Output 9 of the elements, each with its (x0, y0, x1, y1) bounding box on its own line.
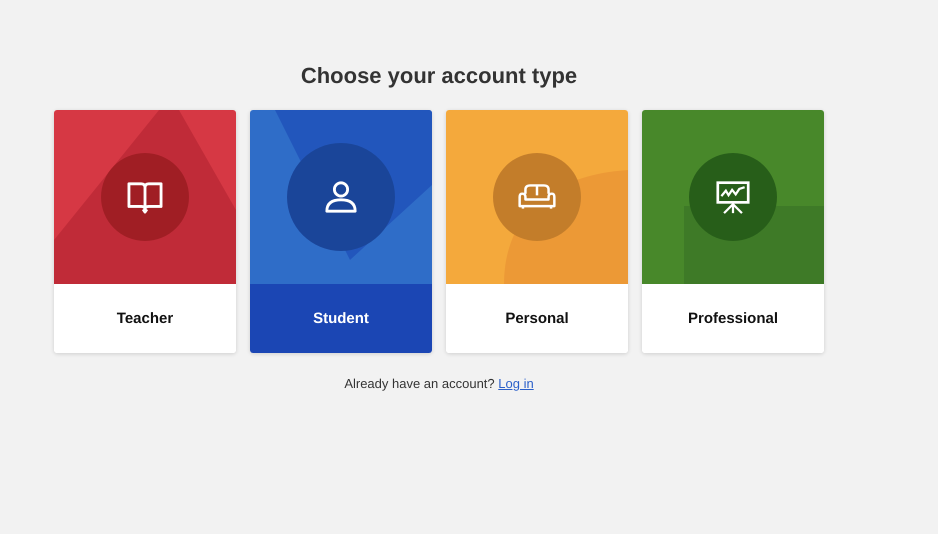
page-title: Choose your account type (300, 63, 578, 89)
login-prompt: Already have an account? Log in (344, 376, 534, 391)
book-icon (126, 180, 164, 214)
login-link[interactable]: Log in (498, 376, 534, 391)
account-type-card[interactable]: Personal (446, 110, 628, 353)
account-type-card[interactable]: Professional (642, 110, 824, 353)
account-type-card[interactable]: Student (250, 110, 432, 353)
account-type-card[interactable]: Teacher (54, 110, 236, 353)
presentation-board-icon (714, 180, 752, 214)
